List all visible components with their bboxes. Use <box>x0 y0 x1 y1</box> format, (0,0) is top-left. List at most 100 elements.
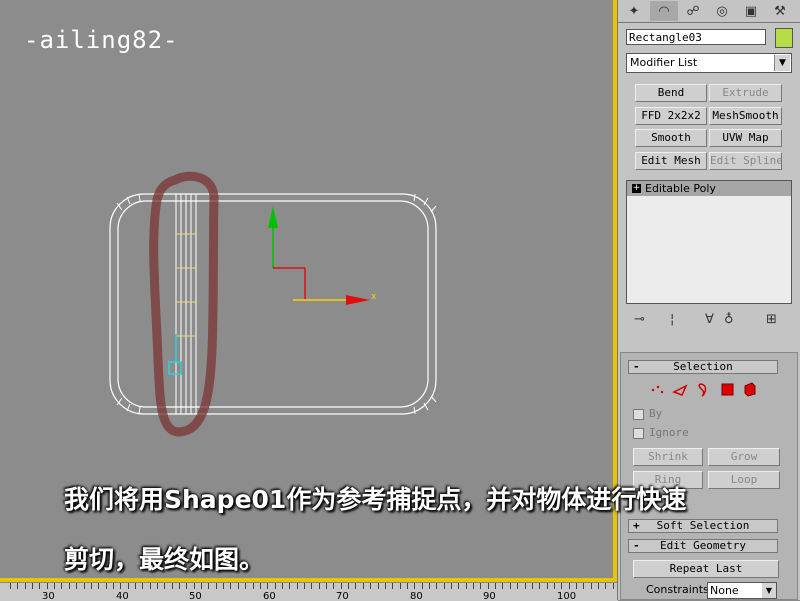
ruler-tick <box>458 583 459 589</box>
modifier-button-uvw-map[interactable]: UVW Map <box>709 129 782 147</box>
ruler-tick <box>216 583 217 589</box>
snap-marker <box>168 361 182 375</box>
ruler-tick <box>201 583 202 589</box>
edge-icon <box>672 384 688 396</box>
ruler-tick <box>451 583 452 589</box>
modifier-button-smooth[interactable]: Smooth <box>635 129 707 147</box>
ruler-tick <box>128 583 129 589</box>
create-icon[interactable]: ✦ <box>620 1 648 21</box>
object-name-field[interactable]: Rectangle03 <box>626 29 766 45</box>
ruler-tick <box>554 583 555 589</box>
modifier-button-bend[interactable]: Bend <box>635 84 707 102</box>
ruler-tick <box>429 583 430 589</box>
ruler-tick <box>414 583 415 589</box>
stack-item-label: Editable Poly <box>645 182 716 195</box>
ruler-tick <box>311 583 312 589</box>
ruler-tick <box>91 583 92 589</box>
timeline-ruler[interactable]: 30 40 50 60 70 80 90 100 <box>0 582 618 601</box>
cut-lines <box>175 194 197 414</box>
constraints-dropdown[interactable]: None ▼ <box>707 582 777 599</box>
ruler-tick <box>370 583 371 589</box>
display-icon[interactable]: ▣ <box>737 1 765 21</box>
ruler-tick <box>561 583 562 589</box>
ruler-tick <box>400 583 401 589</box>
ruler-tick <box>436 583 437 589</box>
ignore-backfacing-checkbox[interactable]: Ignore <box>633 426 689 439</box>
ruler-tick <box>392 583 393 589</box>
ruler-tick <box>69 583 70 589</box>
modifier-button-edit-spline[interactable]: Edit Spline <box>709 152 782 170</box>
rollout-soft-selection[interactable]: + Soft Selection <box>628 519 778 533</box>
remove-modifier-icon[interactable]: ♁ <box>724 312 734 327</box>
modifier-button-edit-mesh[interactable]: Edit Mesh <box>635 152 707 170</box>
show-end-result-icon[interactable]: ¦ <box>670 312 674 327</box>
x-axis-label: x <box>371 292 377 302</box>
motion-icon[interactable]: ◎ <box>708 1 736 21</box>
ruler-tick <box>260 583 261 589</box>
make-unique-icon[interactable]: ∀ <box>705 312 714 327</box>
ruler-tick <box>113 583 114 589</box>
ruler-tick <box>150 583 151 589</box>
ruler-tick <box>326 583 327 589</box>
ruler-tick <box>194 583 195 589</box>
element-icon <box>744 382 756 397</box>
hierarchy-icon[interactable]: ☍ <box>679 1 707 21</box>
ruler-tick <box>47 583 48 589</box>
modifier-list-label: Modifier List <box>630 56 698 69</box>
expand-icon[interactable]: + <box>632 184 641 193</box>
ruler-tick <box>525 583 526 589</box>
ruler-tick <box>378 583 379 589</box>
by-vertex-checkbox[interactable]: By <box>633 407 662 420</box>
ruler-tick <box>179 583 180 589</box>
ruler-tick <box>605 583 606 589</box>
ruler-tick <box>84 583 85 589</box>
pin-stack-icon[interactable]: ⊸ <box>634 312 645 327</box>
command-panel-tabs: ✦ ◠ ☍ ◎ ▣ ⚒ <box>618 0 800 23</box>
shrink-button[interactable]: Shrink <box>633 448 703 466</box>
modifier-button-extrude[interactable]: Extrude <box>709 84 782 102</box>
ruler-tick <box>510 583 511 589</box>
ruler-tick <box>208 583 209 589</box>
utilities-icon[interactable]: ⚒ <box>766 1 794 21</box>
ruler-tick <box>39 583 40 589</box>
grow-button[interactable]: Grow <box>708 448 780 466</box>
ruler-tick <box>569 583 570 589</box>
modify-icon[interactable]: ◠ <box>650 1 678 21</box>
ruler-tick <box>591 583 592 589</box>
ruler-tick <box>238 583 239 589</box>
modifier-stack[interactable]: + Editable Poly <box>626 180 792 304</box>
ruler-tick <box>613 583 614 589</box>
ruler-tick <box>98 583 99 589</box>
ruler-tick <box>583 583 584 589</box>
chevron-down-icon: ▼ <box>774 55 790 71</box>
ruler-tick <box>157 583 158 589</box>
repeat-last-button[interactable]: Repeat Last <box>633 560 779 578</box>
ruler-tick <box>473 583 474 589</box>
configure-sets-icon[interactable]: ⊞ <box>766 312 777 327</box>
ruler-tick <box>253 583 254 589</box>
ruler-tick <box>488 583 489 589</box>
ruler-tick <box>135 583 136 589</box>
ruler-tick <box>120 583 121 589</box>
rollout-selection[interactable]: - Selection <box>628 360 778 374</box>
modifier-list-dropdown[interactable]: Modifier List ▼ <box>626 53 792 73</box>
object-color-swatch[interactable] <box>775 28 793 48</box>
ruler-tick <box>539 583 540 589</box>
ruler-tick <box>106 583 107 589</box>
loop-button[interactable]: Loop <box>708 471 780 489</box>
modifier-button-meshsmooth[interactable]: MeshSmooth <box>709 107 782 125</box>
ruler-tick <box>223 583 224 589</box>
rollout-edit-geometry[interactable]: - Edit Geometry <box>628 539 778 553</box>
ruler-tick <box>576 583 577 589</box>
ruler-tick <box>61 583 62 589</box>
stack-item-editable-poly[interactable]: + Editable Poly <box>627 181 791 196</box>
ruler-tick <box>25 583 26 589</box>
ruler-tick <box>289 583 290 589</box>
ruler-tick <box>17 583 18 589</box>
ruler-tick <box>297 583 298 589</box>
transform-gizmo <box>268 206 370 305</box>
ruler-tick <box>355 583 356 589</box>
stack-toolbar: ⊸ ¦ ∀ ♁ ⊞ <box>626 312 792 330</box>
modifier-button-ffd[interactable]: FFD 2x2x2 <box>635 107 707 125</box>
subtitle-line-1: 我们将用Shape01作为参考捕捉点，并对物体进行快速 <box>64 485 687 514</box>
